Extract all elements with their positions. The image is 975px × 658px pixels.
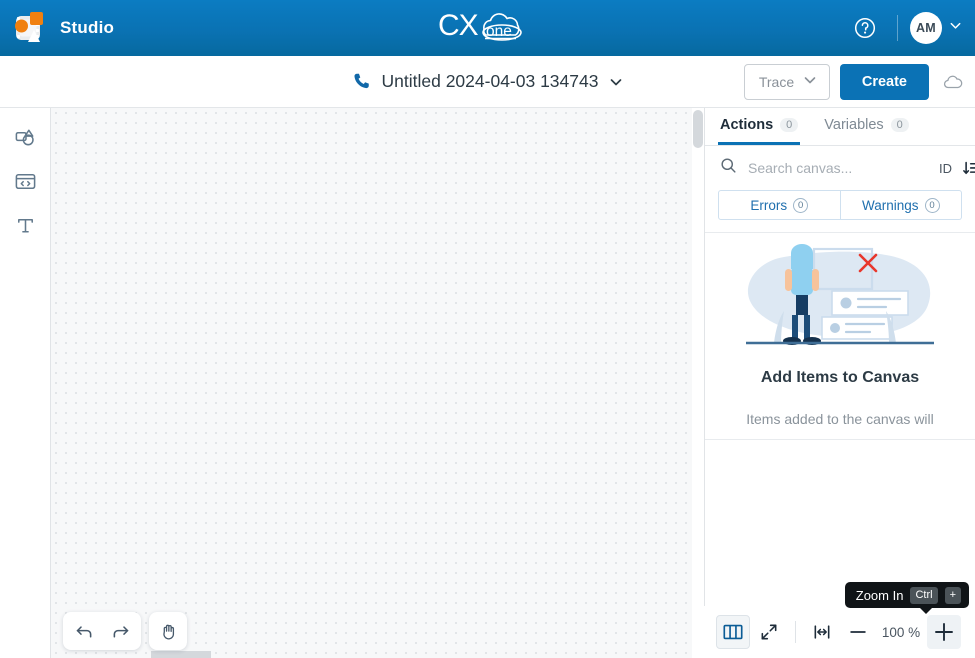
warnings-count-badge: 0 xyxy=(924,197,940,213)
errors-filter-button[interactable]: Errors 0 xyxy=(718,190,841,220)
chevron-down-icon[interactable] xyxy=(608,74,624,90)
empty-state-panel: Add Items to Canvas Items added to the c… xyxy=(705,232,975,440)
header-center: CX one xyxy=(0,0,975,56)
panel-search-row: ID xyxy=(705,146,975,190)
help-circle-icon[interactable] xyxy=(845,8,885,48)
history-tool-card xyxy=(63,612,141,650)
header-actions: AM xyxy=(845,0,963,56)
search-input[interactable] xyxy=(748,160,929,176)
create-button[interactable]: Create xyxy=(839,63,929,100)
shapes-icon[interactable] xyxy=(8,120,42,154)
tab-actions-count: 0 xyxy=(780,118,799,132)
warnings-filter-button[interactable]: Warnings 0 xyxy=(840,190,962,220)
script-canvas[interactable] xyxy=(51,108,704,658)
tooltip-arrow xyxy=(919,607,933,614)
toolbar-actions: Trace Create xyxy=(743,56,967,107)
canvas-horizontal-scrollbar-thumb[interactable] xyxy=(151,651,211,658)
tab-variables-label: Variables xyxy=(824,117,884,133)
zoom-out-button[interactable] xyxy=(841,615,875,649)
text-t-icon[interactable] xyxy=(8,208,42,242)
svg-text:one: one xyxy=(486,23,512,40)
tooltip-label: Zoom In xyxy=(855,587,904,603)
search-icon xyxy=(719,156,738,180)
zoom-in-tooltip: Zoom In Ctrl + xyxy=(844,582,969,614)
pan-tool-card xyxy=(149,612,187,650)
minimap-book-icon[interactable] xyxy=(716,615,750,649)
user-menu[interactable]: AM xyxy=(910,12,963,44)
errors-count-badge: 0 xyxy=(793,197,809,213)
empty-state-divider xyxy=(705,439,975,440)
zoom-in-button[interactable] xyxy=(927,615,961,649)
expand-diagonal-icon[interactable] xyxy=(752,615,786,649)
warnings-label: Warnings xyxy=(861,197,919,213)
fit-width-icon[interactable] xyxy=(805,615,839,649)
tab-variables[interactable]: Variables 0 xyxy=(822,108,911,145)
tooltip-key-plus: + xyxy=(944,586,961,604)
errors-label: Errors xyxy=(750,197,788,213)
zoom-level-label: 100 % xyxy=(881,624,921,640)
hand-pan-icon[interactable] xyxy=(153,616,183,646)
canvas-bottom-tools xyxy=(63,612,187,650)
cloud-icon[interactable] xyxy=(939,68,967,96)
canvas-vertical-scrollbar[interactable] xyxy=(692,108,704,658)
person-empty-canvas-illustration xyxy=(705,239,975,351)
studio-logo-icon[interactable] xyxy=(10,8,50,48)
left-tool-rail xyxy=(0,108,51,658)
undo-arrow-icon[interactable] xyxy=(69,616,99,646)
header-brand-group: Studio xyxy=(0,8,114,48)
issue-filter-segments: Errors 0 Warnings 0 xyxy=(705,190,975,232)
top-header-bar: Studio CX one AM xyxy=(0,0,975,56)
avatar: AM xyxy=(910,12,942,44)
cxone-logo: CX one xyxy=(438,5,538,52)
panel-tabs: Actions 0 Variables 0 xyxy=(705,108,975,146)
zoom-divider xyxy=(795,621,796,643)
app-title: Studio xyxy=(60,18,115,37)
script-toolbar: Untitled 2024-04-03 134743 Trace Create xyxy=(0,56,975,108)
zoom-control-bar: 100 % Zoom In Ctrl + xyxy=(704,582,975,658)
chevron-down-icon xyxy=(802,72,818,91)
trace-button[interactable]: Trace xyxy=(743,63,830,100)
code-window-icon[interactable] xyxy=(8,164,42,198)
empty-state-title: Add Items to Canvas xyxy=(760,369,920,386)
redo-arrow-icon[interactable] xyxy=(105,616,135,646)
page-title: Untitled 2024-04-03 134743 xyxy=(381,71,599,91)
phone-icon xyxy=(351,71,372,92)
chevron-down-icon xyxy=(948,18,963,38)
tab-actions-label: Actions xyxy=(720,117,774,133)
empty-state-subtitle: Items added to the canvas will xyxy=(746,411,934,427)
tooltip-key-ctrl: Ctrl xyxy=(910,586,938,604)
sort-descending-icon[interactable] xyxy=(962,159,975,178)
canvas-scrollbar-thumb[interactable] xyxy=(693,110,703,148)
sort-field-label[interactable]: ID xyxy=(939,161,952,176)
right-side-panel: Actions 0 Variables 0 ID xyxy=(704,108,975,658)
svg-text:CX: CX xyxy=(438,9,479,42)
tab-actions[interactable]: Actions 0 xyxy=(718,108,801,145)
studio-app-window: Studio CX one AM Untitled 2024-04-03 134… xyxy=(0,0,975,658)
tab-variables-count: 0 xyxy=(890,118,909,132)
trace-label: Trace xyxy=(758,73,795,90)
header-divider xyxy=(897,15,898,41)
